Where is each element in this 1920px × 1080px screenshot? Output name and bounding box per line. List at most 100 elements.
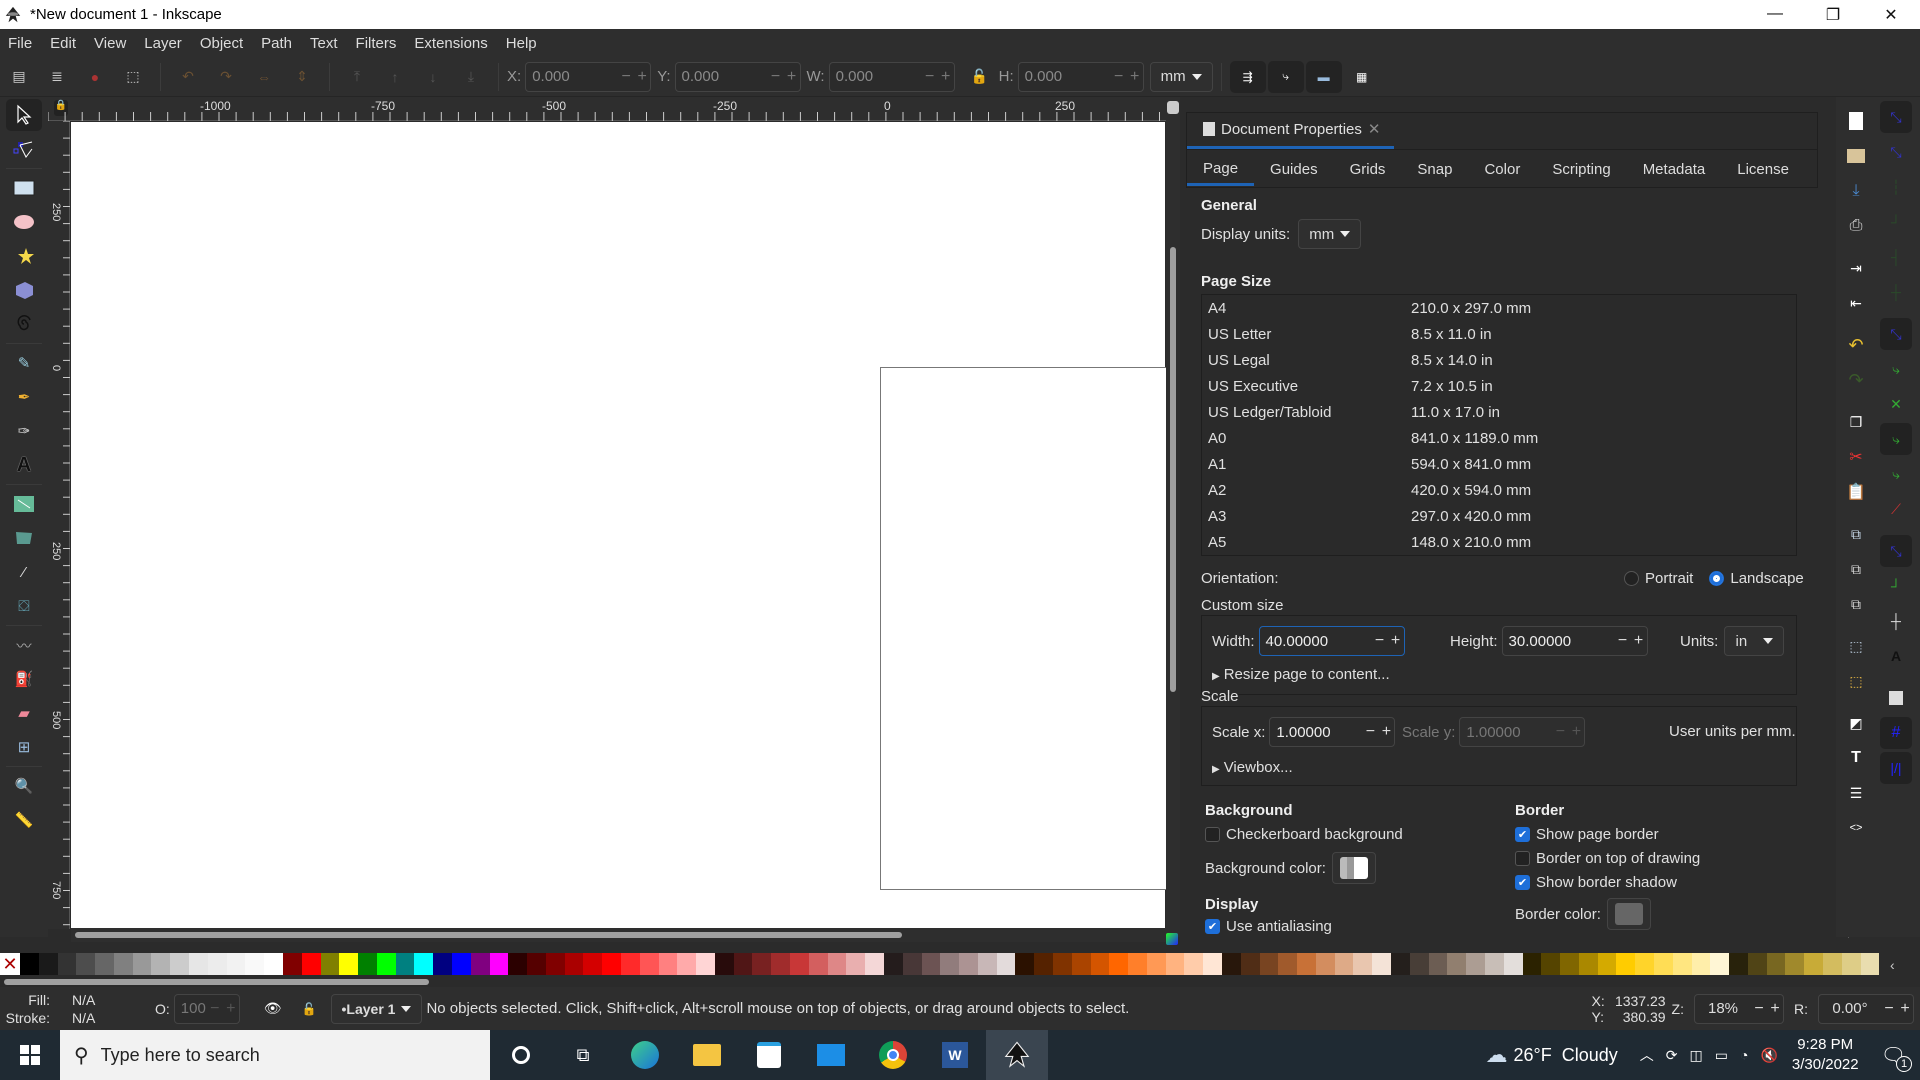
- tab-grids[interactable]: Grids: [1334, 153, 1402, 184]
- ungroup-icon[interactable]: ⬚: [1840, 665, 1872, 697]
- flip-horizontal-icon[interactable]: ⇔: [253, 66, 275, 88]
- palette-swatch[interactable]: [865, 953, 884, 975]
- palette-swatch[interactable]: [1203, 953, 1222, 975]
- fill-value[interactable]: N/A: [50, 992, 100, 1008]
- layer-visibility-icon[interactable]: 👁: [264, 1000, 282, 1017]
- palette-swatch[interactable]: [1391, 953, 1410, 975]
- redo-icon[interactable]: ↷: [1840, 364, 1872, 396]
- menu-path[interactable]: Path: [261, 35, 292, 52]
- rotation-input[interactable]: 0.00°: [1819, 1000, 1881, 1017]
- snap-enable-icon[interactable]: ⤡: [1880, 101, 1912, 133]
- palette-swatch[interactable]: [1503, 953, 1523, 975]
- palette-swatch[interactable]: [1578, 953, 1598, 975]
- palette-swatch[interactable]: [808, 953, 828, 975]
- raise-to-top-icon[interactable]: ⤒: [346, 66, 368, 88]
- x-decrement[interactable]: −: [618, 68, 634, 86]
- palette-swatch[interactable]: [658, 953, 678, 975]
- mesh-tool[interactable]: [6, 522, 42, 554]
- palette-swatch[interactable]: [1428, 953, 1448, 975]
- x-increment[interactable]: +: [634, 68, 650, 86]
- palette-swatch[interactable]: [1785, 953, 1805, 975]
- antialiasing-checkbox[interactable]: ✔ Use antialiasing: [1205, 918, 1332, 935]
- no-paint-swatch[interactable]: ✕: [0, 953, 20, 975]
- page-size-row[interactable]: A3 297.0 x 420.0 mm: [1202, 503, 1796, 529]
- snap-grids-icon[interactable]: #: [1880, 717, 1912, 749]
- palette-swatch[interactable]: [977, 953, 997, 975]
- palette-swatch[interactable]: [1128, 953, 1147, 975]
- snap-bbox-center-icon[interactable]: ┼: [1880, 276, 1912, 308]
- palette-swatch[interactable]: [639, 953, 659, 975]
- open-file-icon[interactable]: [1840, 140, 1872, 172]
- palette-swatch[interactable]: [1466, 953, 1485, 975]
- mail-app[interactable]: [800, 1030, 862, 1080]
- star-tool[interactable]: [6, 240, 42, 272]
- palette-swatch[interactable]: [414, 953, 434, 975]
- rectangle-tool[interactable]: [6, 172, 42, 204]
- palette-swatch[interactable]: [1259, 953, 1279, 975]
- cut-icon[interactable]: ✂: [1840, 441, 1872, 473]
- palette-swatch[interactable]: [282, 953, 302, 975]
- snap-intersections-icon[interactable]: ✕: [1880, 388, 1912, 420]
- palette-swatch[interactable]: [489, 953, 509, 975]
- save-icon[interactable]: ⤓: [1840, 175, 1872, 207]
- dropper-tool[interactable]: ⁄: [6, 556, 42, 588]
- transform-patterns-icon[interactable]: ▦: [1344, 61, 1380, 93]
- lower-icon[interactable]: ↓: [422, 66, 444, 88]
- store-app[interactable]: [738, 1030, 800, 1080]
- close-button[interactable]: ✕: [1862, 5, 1920, 25]
- snap-text-baseline-icon[interactable]: A: [1880, 640, 1912, 672]
- palette-swatch[interactable]: [752, 953, 772, 975]
- volume-muted-icon[interactable]: 🔇: [1760, 1047, 1777, 1064]
- palette-swatch[interactable]: [677, 953, 697, 975]
- width-input[interactable]: 40.00000: [1260, 633, 1372, 650]
- palette-swatch[interactable]: [1353, 953, 1373, 975]
- w-increment[interactable]: +: [938, 68, 954, 86]
- page-size-row[interactable]: US Letter 8.5 x 11.0 in: [1202, 321, 1796, 347]
- palette-swatch[interactable]: [1052, 953, 1072, 975]
- paint-bucket-tool[interactable]: ⛋: [6, 590, 42, 622]
- snap-bbox-edge-icon[interactable]: ┆: [1880, 171, 1912, 203]
- snap-page-border-icon[interactable]: [1880, 682, 1912, 714]
- palette-swatch[interactable]: [1522, 953, 1542, 975]
- palette-swatch[interactable]: [846, 953, 866, 975]
- raise-icon[interactable]: ↑: [384, 66, 406, 88]
- menu-filters[interactable]: Filters: [356, 35, 397, 52]
- page-size-row[interactable]: US Executive 7.2 x 10.5 in: [1202, 373, 1796, 399]
- palette-swatch[interactable]: [20, 953, 39, 975]
- start-button[interactable]: [0, 1030, 60, 1080]
- layers-icon[interactable]: ☰: [1840, 777, 1872, 809]
- clone-icon[interactable]: ⧉: [1840, 553, 1872, 585]
- show-border-checkbox[interactable]: ✔ Show page border: [1515, 826, 1659, 843]
- rotate-cw-icon[interactable]: ↷: [215, 66, 237, 88]
- menu-file[interactable]: File: [8, 35, 32, 52]
- snap-smooth-nodes-icon[interactable]: ⤷: [1880, 458, 1912, 490]
- spiral-tool[interactable]: [6, 308, 42, 340]
- palette-swatch[interactable]: [76, 953, 96, 975]
- page-size-row[interactable]: A1 594.0 x 841.0 mm: [1202, 451, 1796, 477]
- calligraphy-tool[interactable]: ✑: [6, 415, 42, 447]
- eraser-tool[interactable]: ▰: [6, 697, 42, 729]
- snap-midpoints-icon[interactable]: ⟋: [1880, 493, 1912, 525]
- palette-swatch[interactable]: [395, 953, 415, 975]
- tab-snap[interactable]: Snap: [1401, 153, 1468, 184]
- word-app[interactable]: W: [924, 1030, 986, 1080]
- palette-swatch[interactable]: [1541, 953, 1561, 975]
- palette-swatch[interactable]: [1090, 953, 1110, 975]
- select-all-icon[interactable]: ▤: [8, 66, 30, 88]
- page-size-row[interactable]: A4 210.0 x 297.0 mm: [1202, 295, 1796, 321]
- unit-dropdown[interactable]: mm: [1149, 61, 1213, 92]
- palette-swatch[interactable]: [996, 953, 1016, 975]
- palette-swatch[interactable]: [1297, 953, 1316, 975]
- rotate-ccw-icon[interactable]: ↶: [177, 66, 199, 88]
- palette-swatch[interactable]: [1560, 953, 1579, 975]
- snap-guides-icon[interactable]: |/|: [1880, 752, 1912, 784]
- height-input[interactable]: 30.00000: [1503, 633, 1615, 650]
- page-indicator-icon[interactable]: [1167, 101, 1179, 114]
- background-color-button[interactable]: [1331, 852, 1376, 884]
- palette-swatch[interactable]: [301, 953, 321, 975]
- palette-swatch[interactable]: [433, 953, 452, 975]
- clock[interactable]: 9:28 PM 3/30/2022: [1792, 1035, 1859, 1075]
- minimize-button[interactable]: —: [1746, 5, 1804, 25]
- select-all-layers-icon[interactable]: ≣: [46, 66, 68, 88]
- palette-menu-icon[interactable]: ‹: [1890, 957, 1895, 973]
